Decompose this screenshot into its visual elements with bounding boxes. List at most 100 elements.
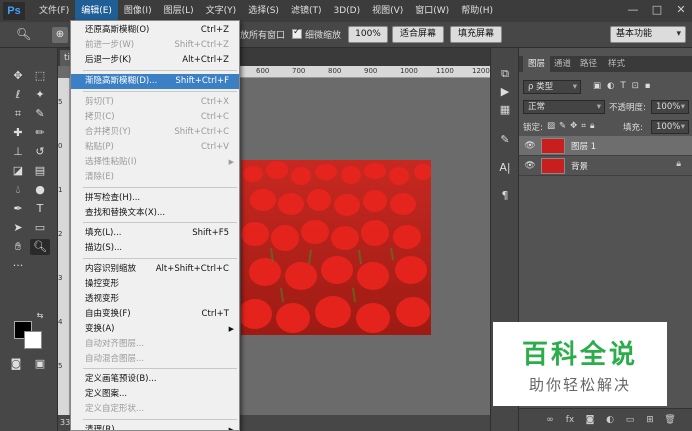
quick-mask-icon[interactable]: ◙ [6, 356, 26, 372]
menu-item[interactable]: 选择(S) [242, 0, 285, 22]
menu-item: 清除(E) [71, 170, 239, 185]
zoom-tool-icon[interactable]: 🔍︎ [30, 239, 50, 255]
maximize-button[interactable]: □ [650, 3, 664, 17]
panel-tab[interactable]: 通道 [549, 56, 576, 72]
brush-tool-icon[interactable]: ✏ [30, 125, 50, 141]
layer-filter-select[interactable]: ρ 类型 [523, 80, 581, 94]
menu-item[interactable]: 定义画笔预设(B)... [71, 372, 239, 387]
menu-item: 粘贴(P) Ctrl+V [71, 140, 239, 155]
lasso-tool-icon[interactable]: ℓ [8, 87, 28, 103]
menu-item-label: 前进一步(W) [85, 40, 135, 50]
pen-tool-icon[interactable]: ✒ [8, 201, 28, 217]
zoom-tool-icon[interactable]: 🔍︎ [16, 27, 32, 43]
healing-brush-icon[interactable]: ✚ [8, 125, 28, 141]
type-tool-icon[interactable]: T [30, 201, 50, 217]
character-panel-icon[interactable]: A| [497, 160, 513, 176]
new-group-icon[interactable]: ▭ [623, 413, 637, 427]
zoom-in-icon[interactable]: ⊕ [52, 27, 68, 43]
close-button[interactable]: ✕ [674, 3, 688, 17]
panel-tab[interactable]: 路径 [575, 56, 602, 72]
menu-item[interactable]: 定义图案... [71, 387, 239, 402]
menu-item[interactable]: 渐隐高斯模糊(D)... Shift+Ctrl+F [71, 74, 239, 89]
ruler-label: 5 [58, 98, 63, 106]
crop-tool-icon[interactable]: ⌗ [8, 106, 28, 122]
paragraph-panel-icon[interactable]: ¶ [497, 188, 513, 204]
new-layer-icon[interactable]: ⊞ [643, 413, 657, 427]
path-selection-icon[interactable]: ➤ [8, 220, 28, 236]
eye-icon[interactable]: 👁︎ [524, 140, 536, 152]
filter-icons[interactable]: ▣◐T⊡▪ [593, 81, 657, 91]
menu-item[interactable]: 后退一步(K) Alt+Ctrl+Z [71, 53, 239, 68]
screen-mode-icon[interactable]: ▣ [30, 356, 50, 372]
menu-item[interactable]: 视图(V) [366, 0, 409, 22]
zoom-100-button[interactable]: 100% [348, 26, 388, 43]
menu-item[interactable]: 文字(Y) [200, 0, 243, 22]
fit-screen-button[interactable]: 适合屏幕 [392, 26, 444, 43]
menu-item[interactable]: 操控变形 [71, 277, 239, 292]
layer-row[interactable]: 👁︎ 背景 🔒︎ [519, 156, 692, 176]
menu-item[interactable]: 查找和替换文本(X)... [71, 206, 239, 221]
menu-item-shortcut: Shift+Ctrl+C [174, 127, 229, 137]
more-tools-icon[interactable]: ··· [8, 258, 28, 274]
properties-panel-icon[interactable]: ▦ [497, 102, 513, 118]
blur-tool-icon[interactable]: 💧︎ [8, 182, 28, 198]
menu-item[interactable]: 清理(R) ▶ [71, 423, 239, 430]
background-color[interactable] [24, 331, 42, 349]
tulip-image[interactable] [241, 160, 431, 335]
blend-mode-select[interactable]: 正常 [523, 100, 605, 114]
menu-item[interactable]: 文件(F) [33, 0, 75, 22]
menu-item[interactable]: 窗口(W) [409, 0, 455, 22]
fill-input[interactable]: 100% [651, 120, 689, 134]
eyedropper-icon[interactable]: ✎ [30, 106, 50, 122]
watermark-subtitle: 助你轻松解决 [528, 376, 631, 394]
opacity-input[interactable]: 100% [651, 100, 689, 114]
eraser-tool-icon[interactable]: ◪ [8, 163, 28, 179]
hand-tool-icon[interactable]: ✋︎ [8, 239, 28, 255]
scrubby-zoom-checkbox[interactable] [292, 27, 302, 39]
add-mask-icon[interactable]: ◙ [583, 413, 597, 427]
link-layers-icon[interactable]: ∞ [543, 413, 557, 427]
magic-wand-icon[interactable]: ✦ [30, 87, 50, 103]
menu-item[interactable]: 自由变换(F) Ctrl+T [71, 307, 239, 322]
menu-item[interactable]: 内容识别缩放 Alt+Shift+Ctrl+C [71, 262, 239, 277]
menu-item[interactable]: 3D(D) [327, 0, 366, 22]
edit-menu-dropdown: 还原高斯模糊(O) Ctrl+Z 前进一步(W) Shift+Ctrl+Z 后退一步(K… [70, 20, 240, 431]
menu-item[interactable]: 描边(S)... [71, 241, 239, 256]
panel-tab[interactable]: 图层 [523, 56, 551, 72]
menu-item[interactable]: 图层(L) [158, 0, 200, 22]
layer-row[interactable]: 👁︎ 图层 1 [519, 136, 692, 156]
move-tool-icon[interactable]: ✥ [8, 68, 28, 84]
menu-item: 前进一步(W) Shift+Ctrl+Z [71, 38, 239, 53]
delete-layer-icon[interactable]: 🗑︎ [663, 413, 677, 427]
menu-item[interactable]: 透视变形 [71, 292, 239, 307]
ruler-label: 2 [58, 230, 63, 238]
swap-colors-icon[interactable]: ⇆ [30, 308, 50, 324]
workspace-select[interactable]: 基本功能 [610, 26, 686, 43]
minimize-button[interactable]: — [626, 3, 640, 17]
history-panel-icon[interactable]: ⧉ [497, 66, 513, 82]
gradient-tool-icon[interactable]: ▤ [30, 163, 50, 179]
clone-stamp-icon[interactable]: ⊥ [8, 144, 28, 160]
menu-item[interactable]: 变换(A) ▶ [71, 322, 239, 337]
menu-item[interactable]: 拼写检查(H)... [71, 191, 239, 206]
history-brush-icon[interactable]: ↺ [30, 144, 50, 160]
lock-icons[interactable]: ▨✎✥⌗🔒︎ [547, 121, 599, 131]
shape-tool-icon[interactable]: ▭ [30, 220, 50, 236]
eye-icon[interactable]: 👁︎ [524, 160, 536, 172]
menu-item[interactable]: 还原高斯模糊(O) Ctrl+Z [71, 23, 239, 38]
menu-item[interactable]: 图像(I) [118, 0, 158, 22]
dodge-tool-icon[interactable]: ● [30, 182, 50, 198]
adjustment-layer-icon[interactable]: ◐ [603, 413, 617, 427]
menu-item[interactable]: 填充(L)... Shift+F5 [71, 226, 239, 241]
fill-screen-button[interactable]: 填充屏幕 [450, 26, 502, 43]
ruler-label: 1200 [472, 67, 490, 75]
menu-separator [83, 187, 237, 188]
menu-item[interactable]: 编辑(E) [75, 0, 118, 22]
menu-item[interactable]: 滤镜(T) [285, 0, 328, 22]
play-actions-icon[interactable]: ▶ [497, 84, 513, 100]
panel-tab[interactable]: 样式 [603, 56, 630, 72]
menu-item[interactable]: 帮助(H) [455, 0, 499, 22]
marquee-tool-icon[interactable]: ⬚ [30, 68, 50, 84]
brush-panel-icon[interactable]: ✎ [497, 132, 513, 148]
layer-style-icon[interactable]: fx [563, 413, 577, 427]
